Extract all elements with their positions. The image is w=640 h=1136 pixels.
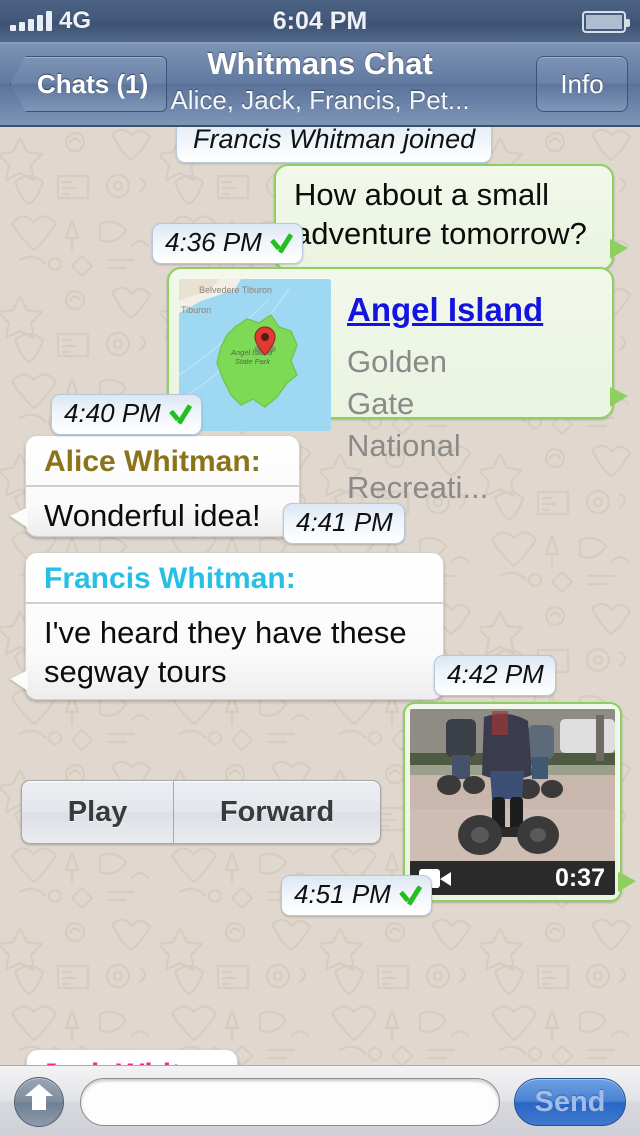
message-timestamp: 4:40 PM xyxy=(51,394,202,435)
play-button[interactable]: Play xyxy=(22,781,173,843)
message-sender-name: Francis Whitman: xyxy=(26,553,443,604)
status-bar-clock: 6:04 PM xyxy=(0,0,640,42)
message-bubble-video[interactable]: 0:37 xyxy=(403,702,622,902)
message-text: Wonderful idea! xyxy=(26,487,299,546)
video-action-sheet: Play Forward xyxy=(21,780,381,844)
chat-participants-subtitle: Alice, Jack, Francis, Pet... xyxy=(160,83,480,117)
check-icon xyxy=(168,405,190,421)
message-timestamp: 4:36 PM xyxy=(152,223,303,264)
video-thumbnail[interactable] xyxy=(410,709,615,861)
video-duration: 0:37 xyxy=(555,864,605,893)
check-icon xyxy=(398,886,420,902)
system-message-joined: Francis Whitman joined xyxy=(176,127,492,163)
timestamp-text: 4:51 PM xyxy=(294,879,391,910)
navigation-titles: Whitmans Chat Alice, Jack, Francis, Pet.… xyxy=(160,42,480,117)
message-bubble-incoming[interactable]: Alice Whitman: Wonderful idea! xyxy=(25,435,300,537)
forward-button[interactable]: Forward xyxy=(173,781,380,843)
message-timestamp: 4:51 PM xyxy=(281,875,432,916)
svg-text:State Park: State Park xyxy=(235,357,271,366)
message-bubble-photo[interactable]: Jack Whit... xyxy=(26,1049,238,1065)
message-bubble-incoming[interactable]: Francis Whitman: I've heard they have th… xyxy=(25,552,444,700)
back-to-chats-button[interactable]: Chats (1) xyxy=(10,56,167,112)
info-button[interactable]: Info xyxy=(536,56,628,112)
page-title: Whitmans Chat xyxy=(160,42,480,86)
timestamp-text: 4:36 PM xyxy=(165,227,262,258)
message-list[interactable]: Francis Whitman joined How about a small… xyxy=(0,127,640,1065)
svg-text:Tiburon: Tiburon xyxy=(181,305,211,315)
message-sender-name: Jack Whit... xyxy=(27,1050,237,1065)
send-button[interactable]: Send xyxy=(514,1078,626,1126)
message-timestamp: 4:41 PM xyxy=(283,503,405,544)
upload-arrow-icon[interactable] xyxy=(14,1077,64,1127)
navigation-bar: Chats (1) Whitmans Chat Alice, Jack, Fra… xyxy=(0,42,640,127)
message-input-toolbar: Send xyxy=(0,1065,640,1136)
timestamp-text: 4:41 PM xyxy=(296,507,393,538)
message-bubble-location[interactable]: Belvedere Tiburon Tiburon Angel Island S… xyxy=(167,267,614,419)
battery-icon xyxy=(582,11,626,33)
message-input[interactable] xyxy=(80,1078,500,1126)
message-sender-name: Alice Whitman: xyxy=(26,436,299,487)
video-info-bar: 0:37 xyxy=(410,861,615,895)
check-icon xyxy=(269,234,291,250)
timestamp-text: 4:40 PM xyxy=(64,398,161,429)
message-bubble-outgoing[interactable]: How about a small adventure tomorrow? xyxy=(274,164,614,271)
svg-text:Belvedere Tiburon: Belvedere Tiburon xyxy=(199,285,272,295)
location-title-link[interactable]: Angel Island xyxy=(347,291,543,329)
message-text: How about a small adventure tomorrow? xyxy=(276,166,612,264)
status-bar: 4G 6:04 PM xyxy=(0,0,640,42)
message-text: I've heard they have these segway tours xyxy=(26,604,443,702)
phone-screen: 4G 6:04 PM Chats (1) Whitmans Chat Alice… xyxy=(0,0,640,1136)
timestamp-text: 4:42 PM xyxy=(447,659,544,690)
message-timestamp: 4:42 PM xyxy=(434,655,556,696)
